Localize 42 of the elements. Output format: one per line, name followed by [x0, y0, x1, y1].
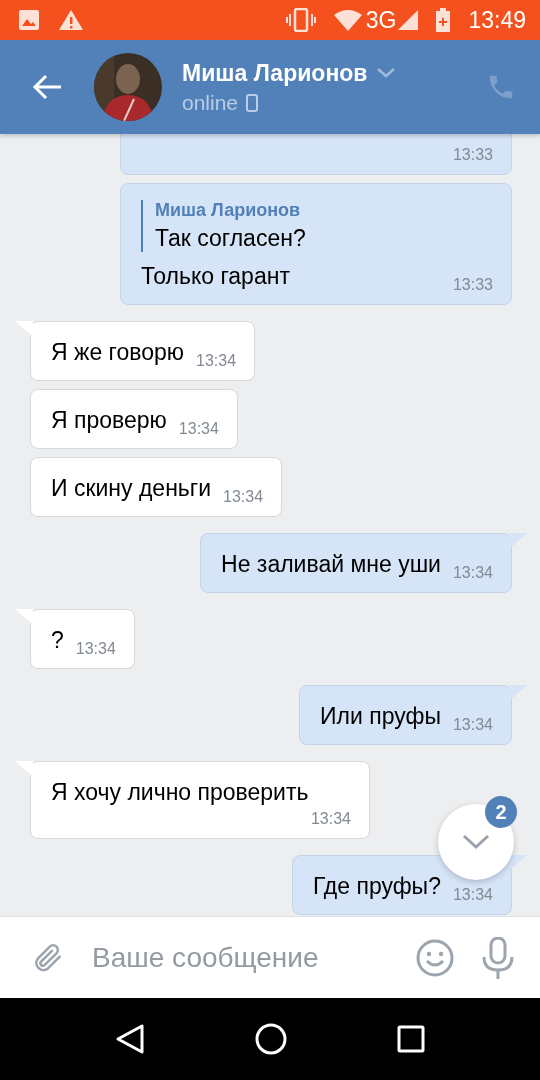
message-time: 13:33 — [452, 146, 493, 164]
quote-author: Миша Ларионов — [155, 200, 302, 221]
online-status: online — [182, 90, 239, 115]
contact-name[interactable]: Миша Ларионов — [182, 59, 368, 87]
message-time: 13:34 — [196, 352, 237, 370]
image-icon — [18, 9, 40, 31]
wifi-icon — [333, 9, 362, 31]
microphone-icon[interactable] — [482, 936, 514, 979]
message-time: 13:34 — [452, 886, 493, 904]
home-circle-icon[interactable] — [255, 1023, 287, 1055]
message-text: Где пруфы? — [312, 872, 441, 900]
smiley-icon[interactable] — [416, 938, 454, 977]
battery-icon — [436, 8, 451, 32]
chevron-down-icon — [462, 834, 490, 850]
message-text: И скину деньги — [51, 474, 212, 502]
clock-time: 13:49 — [468, 6, 526, 34]
vibrate-icon — [285, 8, 316, 32]
message-text: Я же говорю — [51, 338, 185, 366]
network-type: 3G — [365, 6, 397, 34]
message-text: Я хочу лично проверить — [51, 778, 310, 806]
phone-device-icon — [246, 93, 259, 112]
message-text: Или пруфы — [320, 702, 441, 730]
message-time: 13:34 — [452, 564, 493, 582]
unread-count-badge: 2 — [485, 796, 517, 828]
message-time: 13:34 — [223, 488, 264, 506]
message-text: Я проверю — [51, 406, 167, 434]
back-arrow-icon[interactable] — [32, 74, 62, 100]
chevron-down-icon[interactable] — [377, 68, 396, 78]
message-time: 13:34 — [178, 420, 219, 438]
back-triangle-icon[interactable] — [115, 1023, 145, 1055]
message-time: 13:34 — [75, 640, 116, 658]
message-time: 13:34 — [452, 716, 493, 734]
quote-text: Так согласен? — [155, 225, 307, 252]
message-text: ? — [51, 626, 64, 654]
message-time: 13:34 — [310, 810, 351, 828]
message-time: 13:33 — [452, 276, 493, 294]
recent-apps-square-icon[interactable] — [397, 1025, 425, 1053]
signal-icon — [398, 10, 419, 30]
message-text: Не заливай мне уши — [221, 550, 441, 578]
message-text: Только гарант — [141, 262, 291, 290]
message-input[interactable]: Ваше сообщение — [92, 941, 388, 974]
warning-icon — [58, 9, 84, 31]
